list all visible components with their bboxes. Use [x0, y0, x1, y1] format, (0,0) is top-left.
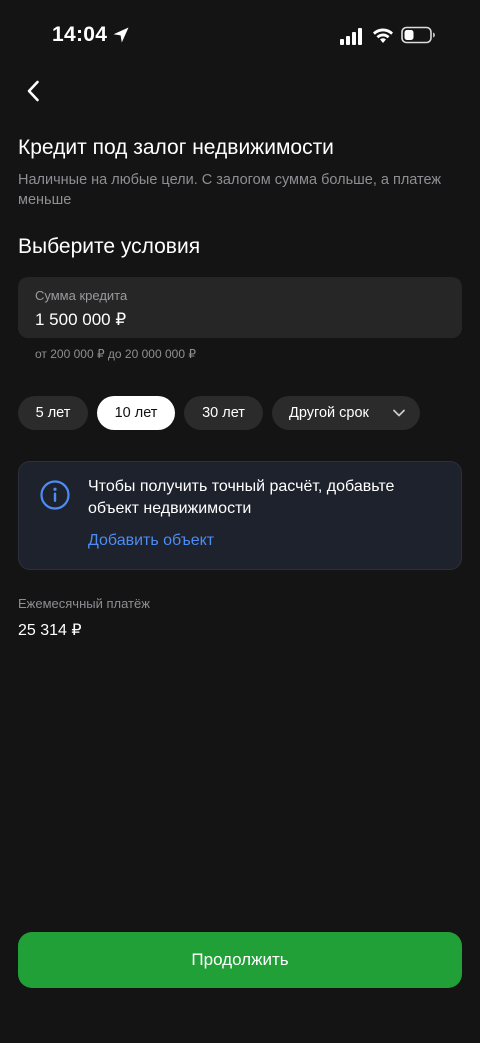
back-button[interactable]: [16, 74, 50, 108]
term-chip-30-years[interactable]: 30 лет: [184, 396, 263, 430]
location-arrow-icon: [113, 27, 129, 43]
status-bar: 14:04: [0, 0, 480, 70]
term-chip-other-label: Другой срок: [289, 405, 369, 421]
info-card-text: Чтобы получить точный расчёт, добавьте о…: [88, 478, 395, 517]
term-chip-other-dropdown[interactable]: Другой срок: [272, 396, 420, 430]
loan-amount-field[interactable]: Сумма кредита 1 500 000 ₽: [18, 277, 462, 338]
wifi-icon: [373, 28, 393, 43]
loan-amount-label: Сумма кредита: [35, 288, 128, 303]
add-property-link[interactable]: Добавить объект: [88, 530, 214, 552]
chevron-left-icon: [27, 80, 39, 102]
loan-amount-value[interactable]: 1 500 000 ₽: [35, 309, 126, 331]
continue-button[interactable]: Продолжить: [18, 932, 462, 988]
page-title: Кредит под залог недвижимости: [18, 136, 334, 159]
status-time: 14:04: [52, 23, 108, 46]
cellular-signal-icon: [340, 28, 362, 45]
info-card: Чтобы получить точный расчёт, добавьте о…: [18, 461, 462, 570]
section-title: Выберите условия: [18, 235, 201, 258]
info-icon: [40, 480, 70, 510]
term-chip-5-years[interactable]: 5 лет: [18, 396, 88, 430]
monthly-payment-label: Ежемесячный платёж: [18, 596, 150, 611]
battery-icon: [401, 26, 435, 44]
chevron-down-icon: [393, 409, 405, 417]
loan-amount-hint: от 200 000 ₽ до 20 000 000 ₽: [35, 347, 196, 361]
term-chip-10-years[interactable]: 10 лет: [97, 396, 175, 430]
monthly-payment-value: 25 314 ₽: [18, 622, 82, 639]
page-subtitle: Наличные на любые цели. С залогом сумма …: [18, 172, 442, 208]
